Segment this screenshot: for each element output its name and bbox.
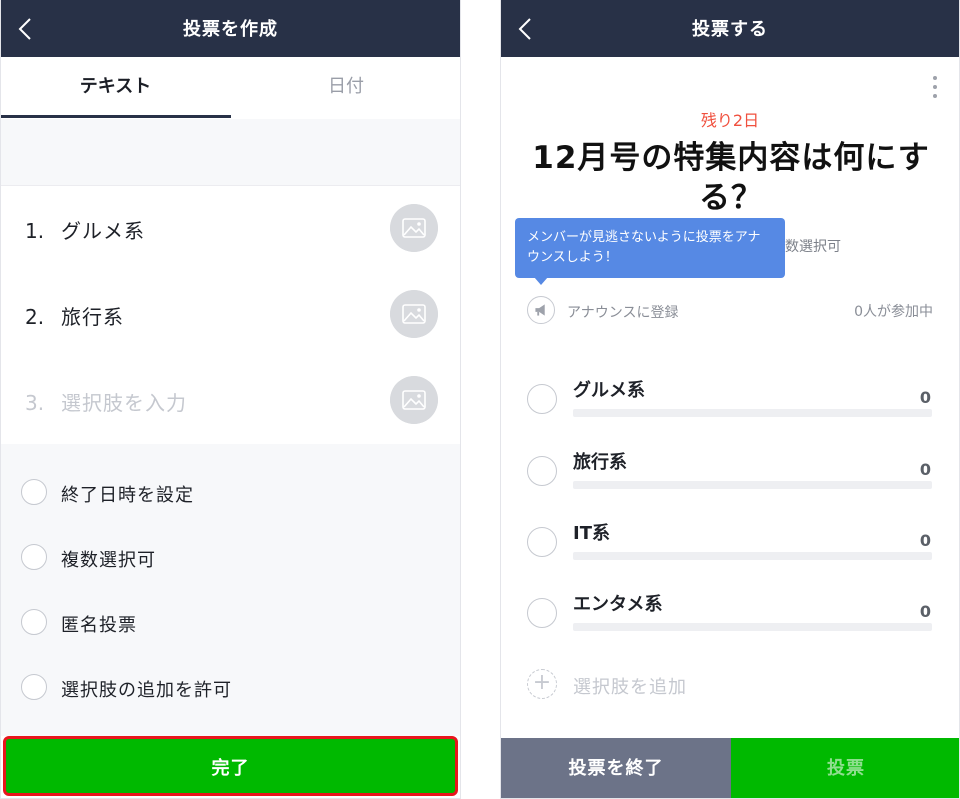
setting-label: 選択肢の追加を許可	[61, 680, 232, 701]
vote-bar	[573, 481, 932, 489]
option-number: 3.	[25, 391, 45, 415]
option-number: 2.	[25, 305, 45, 329]
page-title: 投票する	[692, 19, 768, 40]
more-vertical-icon[interactable]	[933, 76, 939, 100]
option-row-1[interactable]: 1. グルメ系	[1, 186, 460, 273]
setting-allow-add-choices[interactable]: 選択肢の追加を許可	[1, 668, 460, 708]
image-icon[interactable]	[390, 204, 438, 252]
create-poll-header: 投票を作成	[1, 0, 460, 57]
vote-count: 0	[919, 602, 931, 621]
option-text[interactable]: グルメ系	[61, 215, 145, 244]
option-input-placeholder[interactable]: 選択肢を入力	[61, 387, 187, 416]
setting-label: 匿名投票	[61, 615, 137, 636]
setting-label: 複数選択可	[61, 550, 156, 571]
tooltip-tail	[534, 277, 548, 285]
vote-bar	[573, 552, 932, 560]
page-title: 投票を作成	[183, 19, 278, 40]
vote-bar	[573, 623, 932, 631]
tab-text[interactable]: テキスト	[1, 57, 230, 119]
vote-count: 0	[919, 460, 931, 479]
choice-label: 旅行系	[573, 452, 627, 473]
tab-date[interactable]: 日付	[230, 57, 460, 119]
create-poll-screen: 投票を作成 テキスト 日付 1. グルメ系 2. 旅行系 3. 選択肢を入力 終…	[0, 0, 461, 799]
choice-label: エンタメ系	[573, 594, 663, 615]
add-choice-link[interactable]: 選択肢を追加	[573, 673, 687, 699]
done-button[interactable]: 完了	[3, 736, 458, 796]
radio-button[interactable]	[21, 609, 47, 635]
image-icon[interactable]	[390, 290, 438, 338]
megaphone-icon[interactable]	[527, 296, 555, 324]
vote-screen: 投票する 残り2日 12月号の特集内容は何にする？ 数選択可 メンバーが見逃さな…	[500, 0, 960, 799]
radio-button[interactable]	[527, 384, 557, 414]
vote-choice[interactable]: グルメ系 0	[501, 376, 959, 442]
spacer	[1, 119, 460, 186]
option-row-2[interactable]: 2. 旅行系	[1, 272, 460, 359]
setting-end-date[interactable]: 終了日時を設定	[1, 473, 460, 513]
setting-multiple-choice[interactable]: 複数選択可	[1, 538, 460, 578]
poll-question: 12月号の特集内容は何にする？	[532, 140, 930, 216]
tab-active-indicator	[1, 115, 231, 118]
vote-count: 0	[919, 531, 931, 550]
end-poll-button[interactable]: 投票を終了	[501, 738, 731, 798]
radio-button[interactable]	[21, 674, 47, 700]
vote-choice[interactable]: IT系 0	[501, 519, 959, 585]
option-text[interactable]: 旅行系	[61, 301, 124, 330]
vote-button[interactable]: 投票	[731, 738, 959, 798]
participant-count: 0人が参加中	[854, 304, 933, 320]
image-icon[interactable]	[390, 376, 438, 424]
option-row-3[interactable]: 3. 選択肢を入力	[1, 358, 460, 445]
radio-button[interactable]	[527, 456, 557, 486]
radio-button[interactable]	[527, 527, 557, 557]
vote-header: 投票する	[501, 0, 959, 57]
vote-choice[interactable]: 旅行系 0	[501, 448, 959, 514]
vote-bar	[573, 409, 932, 417]
poll-settings: 終了日時を設定 複数選択可 匿名投票 選択肢の追加を許可	[1, 444, 460, 736]
plus-icon[interactable]: +	[527, 669, 557, 699]
announce-register-link[interactable]: アナウンスに登録	[567, 302, 678, 322]
announce-tooltip[interactable]: メンバーが見逃さないように投票をアナウンスしよう！	[515, 218, 785, 278]
multi-select-label: 数選択可	[785, 239, 841, 255]
remaining-days: 残り2日	[700, 111, 760, 130]
choice-label: グルメ系	[573, 380, 645, 401]
vote-choice[interactable]: エンタメ系 0	[501, 590, 959, 656]
radio-button[interactable]	[527, 598, 557, 628]
radio-button[interactable]	[21, 544, 47, 570]
setting-anonymous[interactable]: 匿名投票	[1, 603, 460, 643]
radio-button[interactable]	[21, 479, 47, 505]
poll-type-tabs: テキスト 日付	[1, 57, 460, 120]
option-number: 1.	[25, 219, 45, 243]
vote-count: 0	[919, 388, 931, 407]
choice-label: IT系	[573, 523, 610, 544]
setting-label: 終了日時を設定	[61, 485, 194, 506]
